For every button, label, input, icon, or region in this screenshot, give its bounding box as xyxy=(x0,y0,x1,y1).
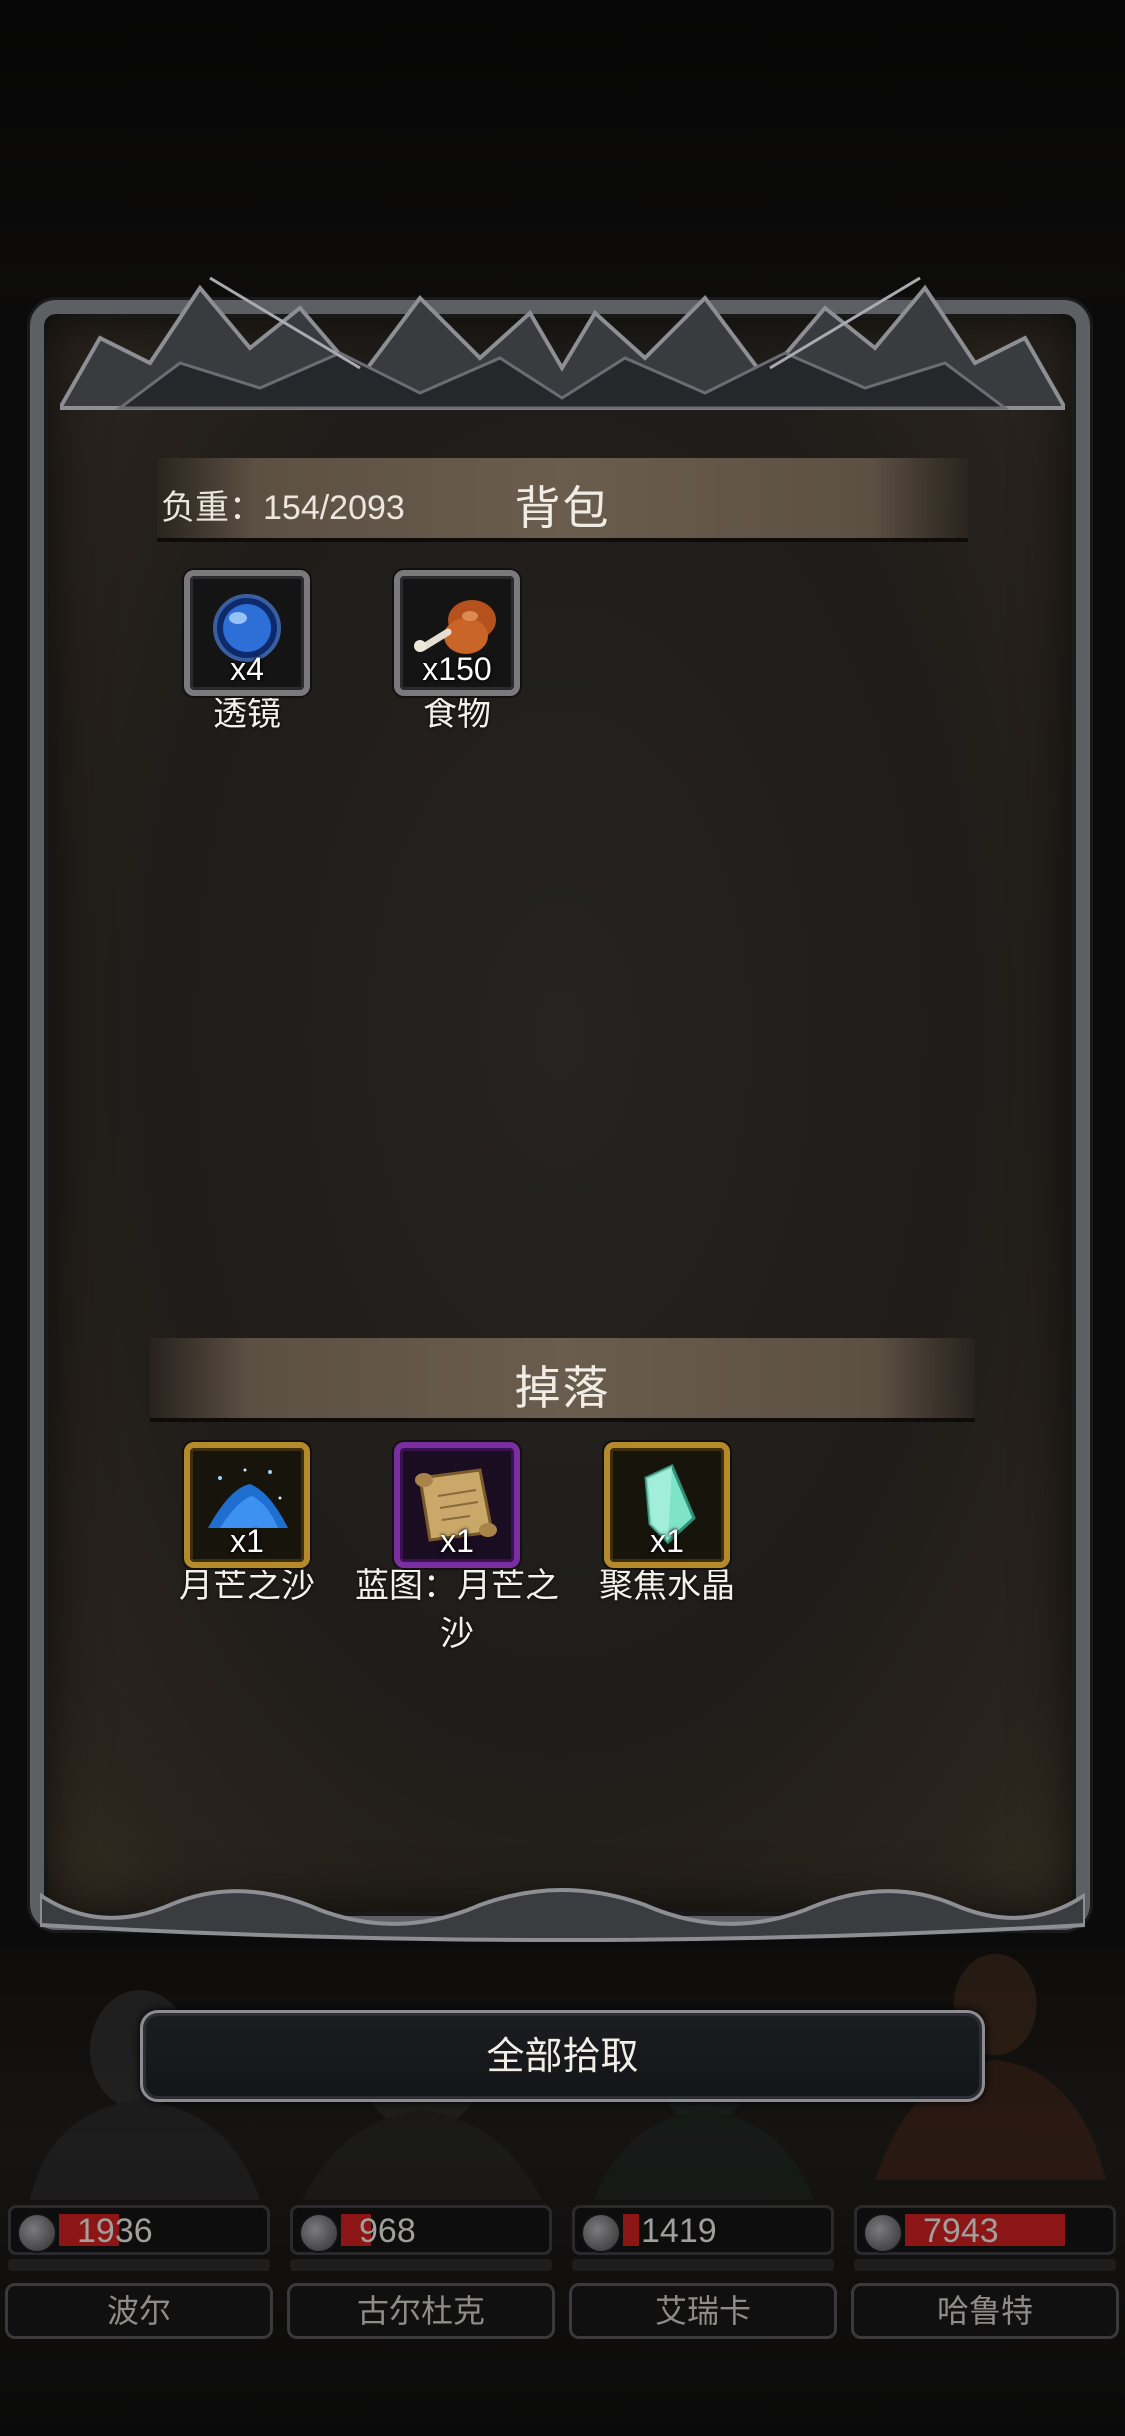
drop-item-blueprint[interactable]: x1 蓝图：月芒之沙 xyxy=(347,1442,567,1658)
top-background xyxy=(0,0,1125,300)
item-name: 蓝图：月芒之沙 xyxy=(355,1566,559,1654)
character-tab-guldur[interactable]: 古尔杜克 xyxy=(287,2283,555,2339)
item-count: x1 xyxy=(440,1523,474,1559)
hp-value: 7943 xyxy=(923,2212,999,2250)
backpack-header: 负重：154/2093 背包 xyxy=(157,458,968,542)
hp-bar: 968 xyxy=(290,2205,552,2255)
backpack-title: 背包 xyxy=(514,481,611,535)
drops-title: 掉落 xyxy=(514,1361,611,1415)
item-slot[interactable]: x1 xyxy=(604,1442,730,1568)
drop-item-focus-crystal[interactable]: x1 聚焦水晶 xyxy=(557,1442,777,1610)
hp-bar: 1419 xyxy=(572,2205,834,2255)
sub-bar xyxy=(290,2259,552,2271)
item-slot[interactable]: x1 xyxy=(184,1442,310,1568)
character-tab-bol[interactable]: 波尔 xyxy=(5,2283,273,2339)
loot-panel-frame xyxy=(30,300,1090,1930)
hp-value: 1936 xyxy=(77,2212,153,2250)
item-name: 月芒之沙 xyxy=(179,1566,315,1606)
item-name: 食物 xyxy=(423,694,491,734)
sub-bar xyxy=(572,2259,834,2271)
item-slot[interactable]: x1 xyxy=(394,1442,520,1568)
item-name: 透镜 xyxy=(213,694,281,734)
character-tab-harut[interactable]: 哈鲁特 xyxy=(851,2283,1119,2339)
backpack-item-food[interactable]: x150 食物 xyxy=(347,570,567,738)
item-slot[interactable]: x150 xyxy=(394,570,520,696)
shield-icon xyxy=(17,2213,57,2253)
item-count: x4 xyxy=(230,651,264,687)
sub-bar xyxy=(854,2259,1116,2271)
item-count: x150 xyxy=(422,651,492,687)
sub-bar xyxy=(8,2259,270,2271)
drop-item-moon-sand[interactable]: x1 月芒之沙 xyxy=(137,1442,357,1610)
hp-fill xyxy=(623,2214,639,2246)
hp-value: 968 xyxy=(359,2212,416,2250)
collect-all-button[interactable]: 全部拾取 xyxy=(140,2010,985,2102)
hp-bar: 7943 xyxy=(854,2205,1116,2255)
hp-value: 1419 xyxy=(641,2212,717,2250)
drops-header: 掉落 xyxy=(150,1338,975,1422)
backpack-item-lens[interactable]: x4 透镜 xyxy=(137,570,357,738)
item-slot[interactable]: x4 xyxy=(184,570,310,696)
hp-bar: 1936 xyxy=(8,2205,270,2255)
shield-icon xyxy=(863,2213,903,2253)
item-count: x1 xyxy=(650,1523,684,1559)
item-name: 聚焦水晶 xyxy=(599,1566,735,1606)
shield-icon xyxy=(581,2213,621,2253)
item-count: x1 xyxy=(230,1523,264,1559)
character-tab-erika[interactable]: 艾瑞卡 xyxy=(569,2283,837,2339)
shield-icon xyxy=(299,2213,339,2253)
